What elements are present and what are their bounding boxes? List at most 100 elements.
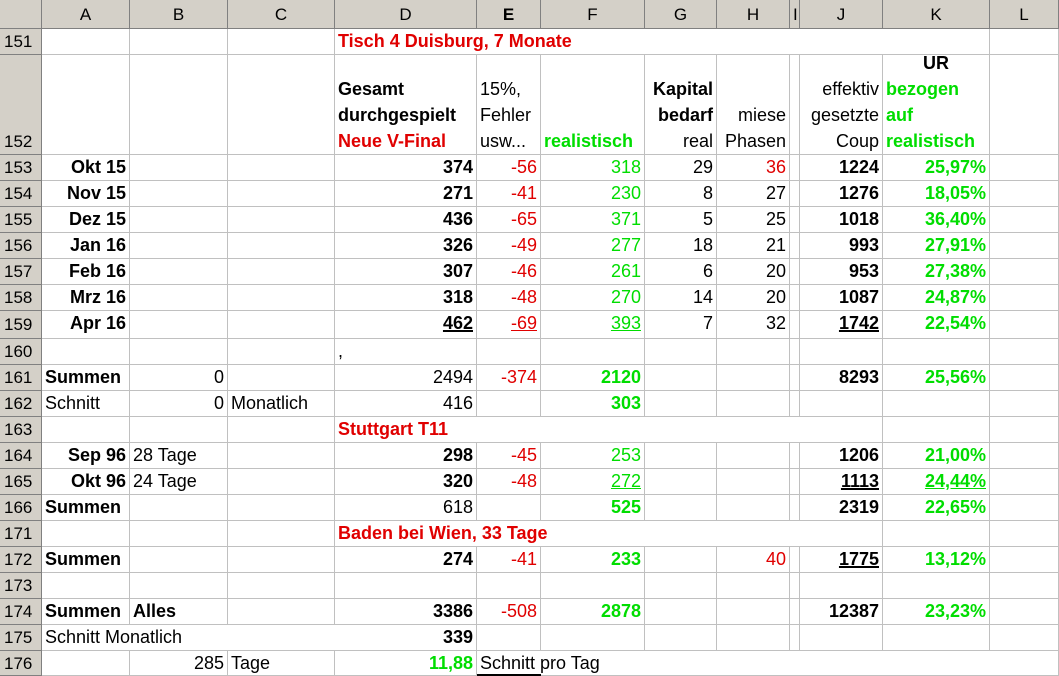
spreadsheet-grid[interactable]: A B C D E F G H I J K L 151 Tisch 4 Duisburg, 7 Monat…	[0, 0, 1059, 676]
cell-h-174[interactable]	[717, 599, 790, 625]
cell-k-154[interactable]: 18,05%	[883, 181, 990, 207]
cell-c-153[interactable]	[228, 155, 335, 181]
cell-l-176[interactable]	[990, 651, 1059, 676]
cell-d-159[interactable]: 462	[335, 311, 477, 339]
cell-f-155[interactable]: 371	[541, 207, 645, 233]
cell-g-153[interactable]: 29	[645, 155, 717, 181]
cell-e-158[interactable]: -48	[477, 285, 541, 311]
cell-f-152[interactable]: realistisch	[541, 55, 645, 155]
cell-b-157[interactable]	[130, 259, 228, 285]
cell-k-153[interactable]: 25,97%	[883, 155, 990, 181]
row-header[interactable]: 163	[0, 417, 42, 443]
cell-j-155[interactable]: 1018	[800, 207, 883, 233]
cell-j-173[interactable]	[800, 573, 883, 599]
cell-i-166[interactable]	[790, 495, 800, 521]
cell-e-155[interactable]: -65	[477, 207, 541, 233]
row-header[interactable]: 165	[0, 469, 42, 495]
cell-l-171[interactable]	[990, 521, 1059, 547]
cell-g-155[interactable]: 5	[645, 207, 717, 233]
select-all-corner[interactable]	[0, 0, 42, 29]
cell-h-159[interactable]: 32	[717, 311, 790, 339]
cell-d-157[interactable]: 307	[335, 259, 477, 285]
cell-d-165[interactable]: 320	[335, 469, 477, 495]
cell-e-162[interactable]	[477, 391, 541, 417]
cell-c-154[interactable]	[228, 181, 335, 207]
cell-e-153[interactable]: -56	[477, 155, 541, 181]
cell-f-164[interactable]: 253	[541, 443, 645, 469]
row-header[interactable]: 174	[0, 599, 42, 625]
cell-c-162[interactable]: Monatlich	[228, 391, 335, 417]
column-header-j[interactable]: J	[800, 0, 883, 29]
cell-g-172[interactable]	[645, 547, 717, 573]
cell-d-154[interactable]: 271	[335, 181, 477, 207]
cell-l-152[interactable]	[990, 55, 1059, 155]
cell-d-151[interactable]: Tisch 4 Duisburg, 7 Monate	[335, 29, 883, 55]
cell-g-175[interactable]	[645, 625, 717, 651]
cell-d-152[interactable]: Gesamt durchgespielt Neue V-Final	[335, 55, 477, 155]
cell-k-164[interactable]: 21,00%	[883, 443, 990, 469]
cell-i-164[interactable]	[790, 443, 800, 469]
cell-a-172[interactable]: Summen	[42, 547, 130, 573]
cell-l-154[interactable]	[990, 181, 1059, 207]
cell-k-175[interactable]	[883, 625, 990, 651]
cell-l-158[interactable]	[990, 285, 1059, 311]
cell-k-172[interactable]: 13,12%	[883, 547, 990, 573]
cell-b-176[interactable]: 285	[130, 651, 228, 676]
cell-j-161[interactable]: 8293	[800, 365, 883, 391]
cell-d-153[interactable]: 374	[335, 155, 477, 181]
cell-l-156[interactable]	[990, 233, 1059, 259]
cell-i-159[interactable]	[790, 311, 800, 339]
cell-j-162[interactable]	[800, 391, 883, 417]
cell-k-151[interactable]	[883, 29, 990, 55]
cell-h-154[interactable]: 27	[717, 181, 790, 207]
cell-a-154[interactable]: Nov 15	[42, 181, 130, 207]
row-header[interactable]: 161	[0, 365, 42, 391]
cell-g-156[interactable]: 18	[645, 233, 717, 259]
cell-e-159[interactable]: -69	[477, 311, 541, 339]
cell-b-153[interactable]	[130, 155, 228, 181]
cell-b-172[interactable]	[130, 547, 228, 573]
cell-i-161[interactable]	[790, 365, 800, 391]
cell-j-164[interactable]: 1206	[800, 443, 883, 469]
cell-i-162[interactable]	[790, 391, 800, 417]
cell-h-161[interactable]	[717, 365, 790, 391]
cell-a-161[interactable]: Summen	[42, 365, 130, 391]
cell-f-157[interactable]: 261	[541, 259, 645, 285]
cell-c-176[interactable]: Tage	[228, 651, 335, 676]
cell-c-157[interactable]	[228, 259, 335, 285]
cell-g-152[interactable]: Kapital bedarf real	[645, 55, 717, 155]
cell-f-160[interactable]	[541, 339, 645, 365]
cell-h-173[interactable]	[717, 573, 790, 599]
cell-a-158[interactable]: Mrz 16	[42, 285, 130, 311]
cell-b-171[interactable]	[130, 521, 228, 547]
cell-g-157[interactable]: 6	[645, 259, 717, 285]
cell-e-152[interactable]: 15%, Fehler usw...	[477, 55, 541, 155]
cell-k-160[interactable]	[883, 339, 990, 365]
cell-a-160[interactable]	[42, 339, 130, 365]
cell-d-171[interactable]: Baden bei Wien, 33 Tage	[335, 521, 800, 547]
cell-d-162[interactable]: 416	[335, 391, 477, 417]
cell-g-173[interactable]	[645, 573, 717, 599]
cell-f-154[interactable]: 230	[541, 181, 645, 207]
cell-l-155[interactable]	[990, 207, 1059, 233]
cell-c-161[interactable]	[228, 365, 335, 391]
row-header[interactable]: 175	[0, 625, 42, 651]
row-header[interactable]: 171	[0, 521, 42, 547]
cell-h-164[interactable]	[717, 443, 790, 469]
cell-j-156[interactable]: 993	[800, 233, 883, 259]
cell-l-172[interactable]	[990, 547, 1059, 573]
column-header-c[interactable]: C	[228, 0, 335, 29]
column-header-l[interactable]: L	[990, 0, 1059, 29]
cell-b-162[interactable]: 0	[130, 391, 228, 417]
row-header[interactable]: 156	[0, 233, 42, 259]
row-header[interactable]: 158	[0, 285, 42, 311]
cell-b-165[interactable]: 24 Tage	[130, 469, 228, 495]
cell-k-165[interactable]: 24,44%	[883, 469, 990, 495]
cell-c-163[interactable]	[228, 417, 335, 443]
cell-a-155[interactable]: Dez 15	[42, 207, 130, 233]
cell-a-162[interactable]: Schnitt	[42, 391, 130, 417]
cell-g-162[interactable]	[645, 391, 717, 417]
cell-l-153[interactable]	[990, 155, 1059, 181]
column-header-d[interactable]: D	[335, 0, 477, 29]
cell-a-174[interactable]: Summen	[42, 599, 130, 625]
